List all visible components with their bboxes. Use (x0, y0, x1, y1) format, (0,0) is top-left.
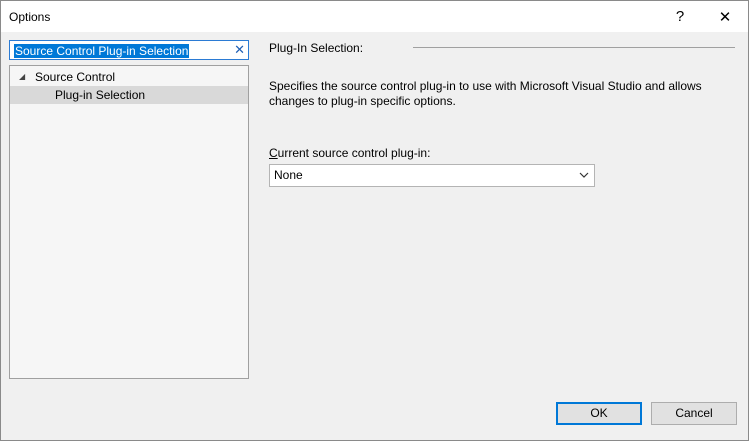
tree-item-plugin-selection[interactable]: Plug-in Selection (10, 86, 248, 104)
options-dialog: Options ? ✕ Source Control Plug-in Selec… (0, 0, 749, 441)
panel-description: Specifies the source control plug-in to … (269, 79, 702, 108)
access-key: C (269, 146, 278, 160)
tree-item-label: Plug-in Selection (55, 88, 146, 102)
ok-button[interactable]: OK (556, 402, 642, 425)
title-bar: Options ? ✕ (1, 1, 748, 32)
expand-collapse-icon[interactable]: ◢ (19, 68, 25, 86)
tree-item-label: Source Control (35, 70, 116, 84)
cancel-button[interactable]: Cancel (651, 402, 737, 425)
close-button[interactable]: ✕ (702, 1, 748, 32)
plugin-field-label-text: urrent source control plug-in: (277, 146, 431, 160)
dropdown-value: None (274, 168, 303, 182)
chevron-down-icon (579, 172, 589, 178)
section-header: Plug-In Selection: (269, 41, 364, 55)
options-tree: ◢ Source Control Plug-in Selection (9, 65, 249, 379)
source-control-plugin-select[interactable]: None (269, 164, 595, 187)
tree-item-source-control[interactable]: ◢ Source Control (10, 68, 248, 86)
plugin-field-label: Current source control plug-in: (269, 146, 430, 160)
window-title: Options (9, 10, 51, 24)
options-search-input[interactable]: Source Control Plug-in Selection ✕ (9, 40, 249, 60)
close-icon: ✕ (718, 8, 732, 26)
clear-search-icon[interactable]: ✕ (234, 41, 245, 59)
help-button[interactable]: ? (657, 1, 703, 32)
search-input-text: Source Control Plug-in Selection (14, 44, 190, 58)
help-icon: ? (675, 8, 685, 25)
section-divider (413, 47, 735, 48)
